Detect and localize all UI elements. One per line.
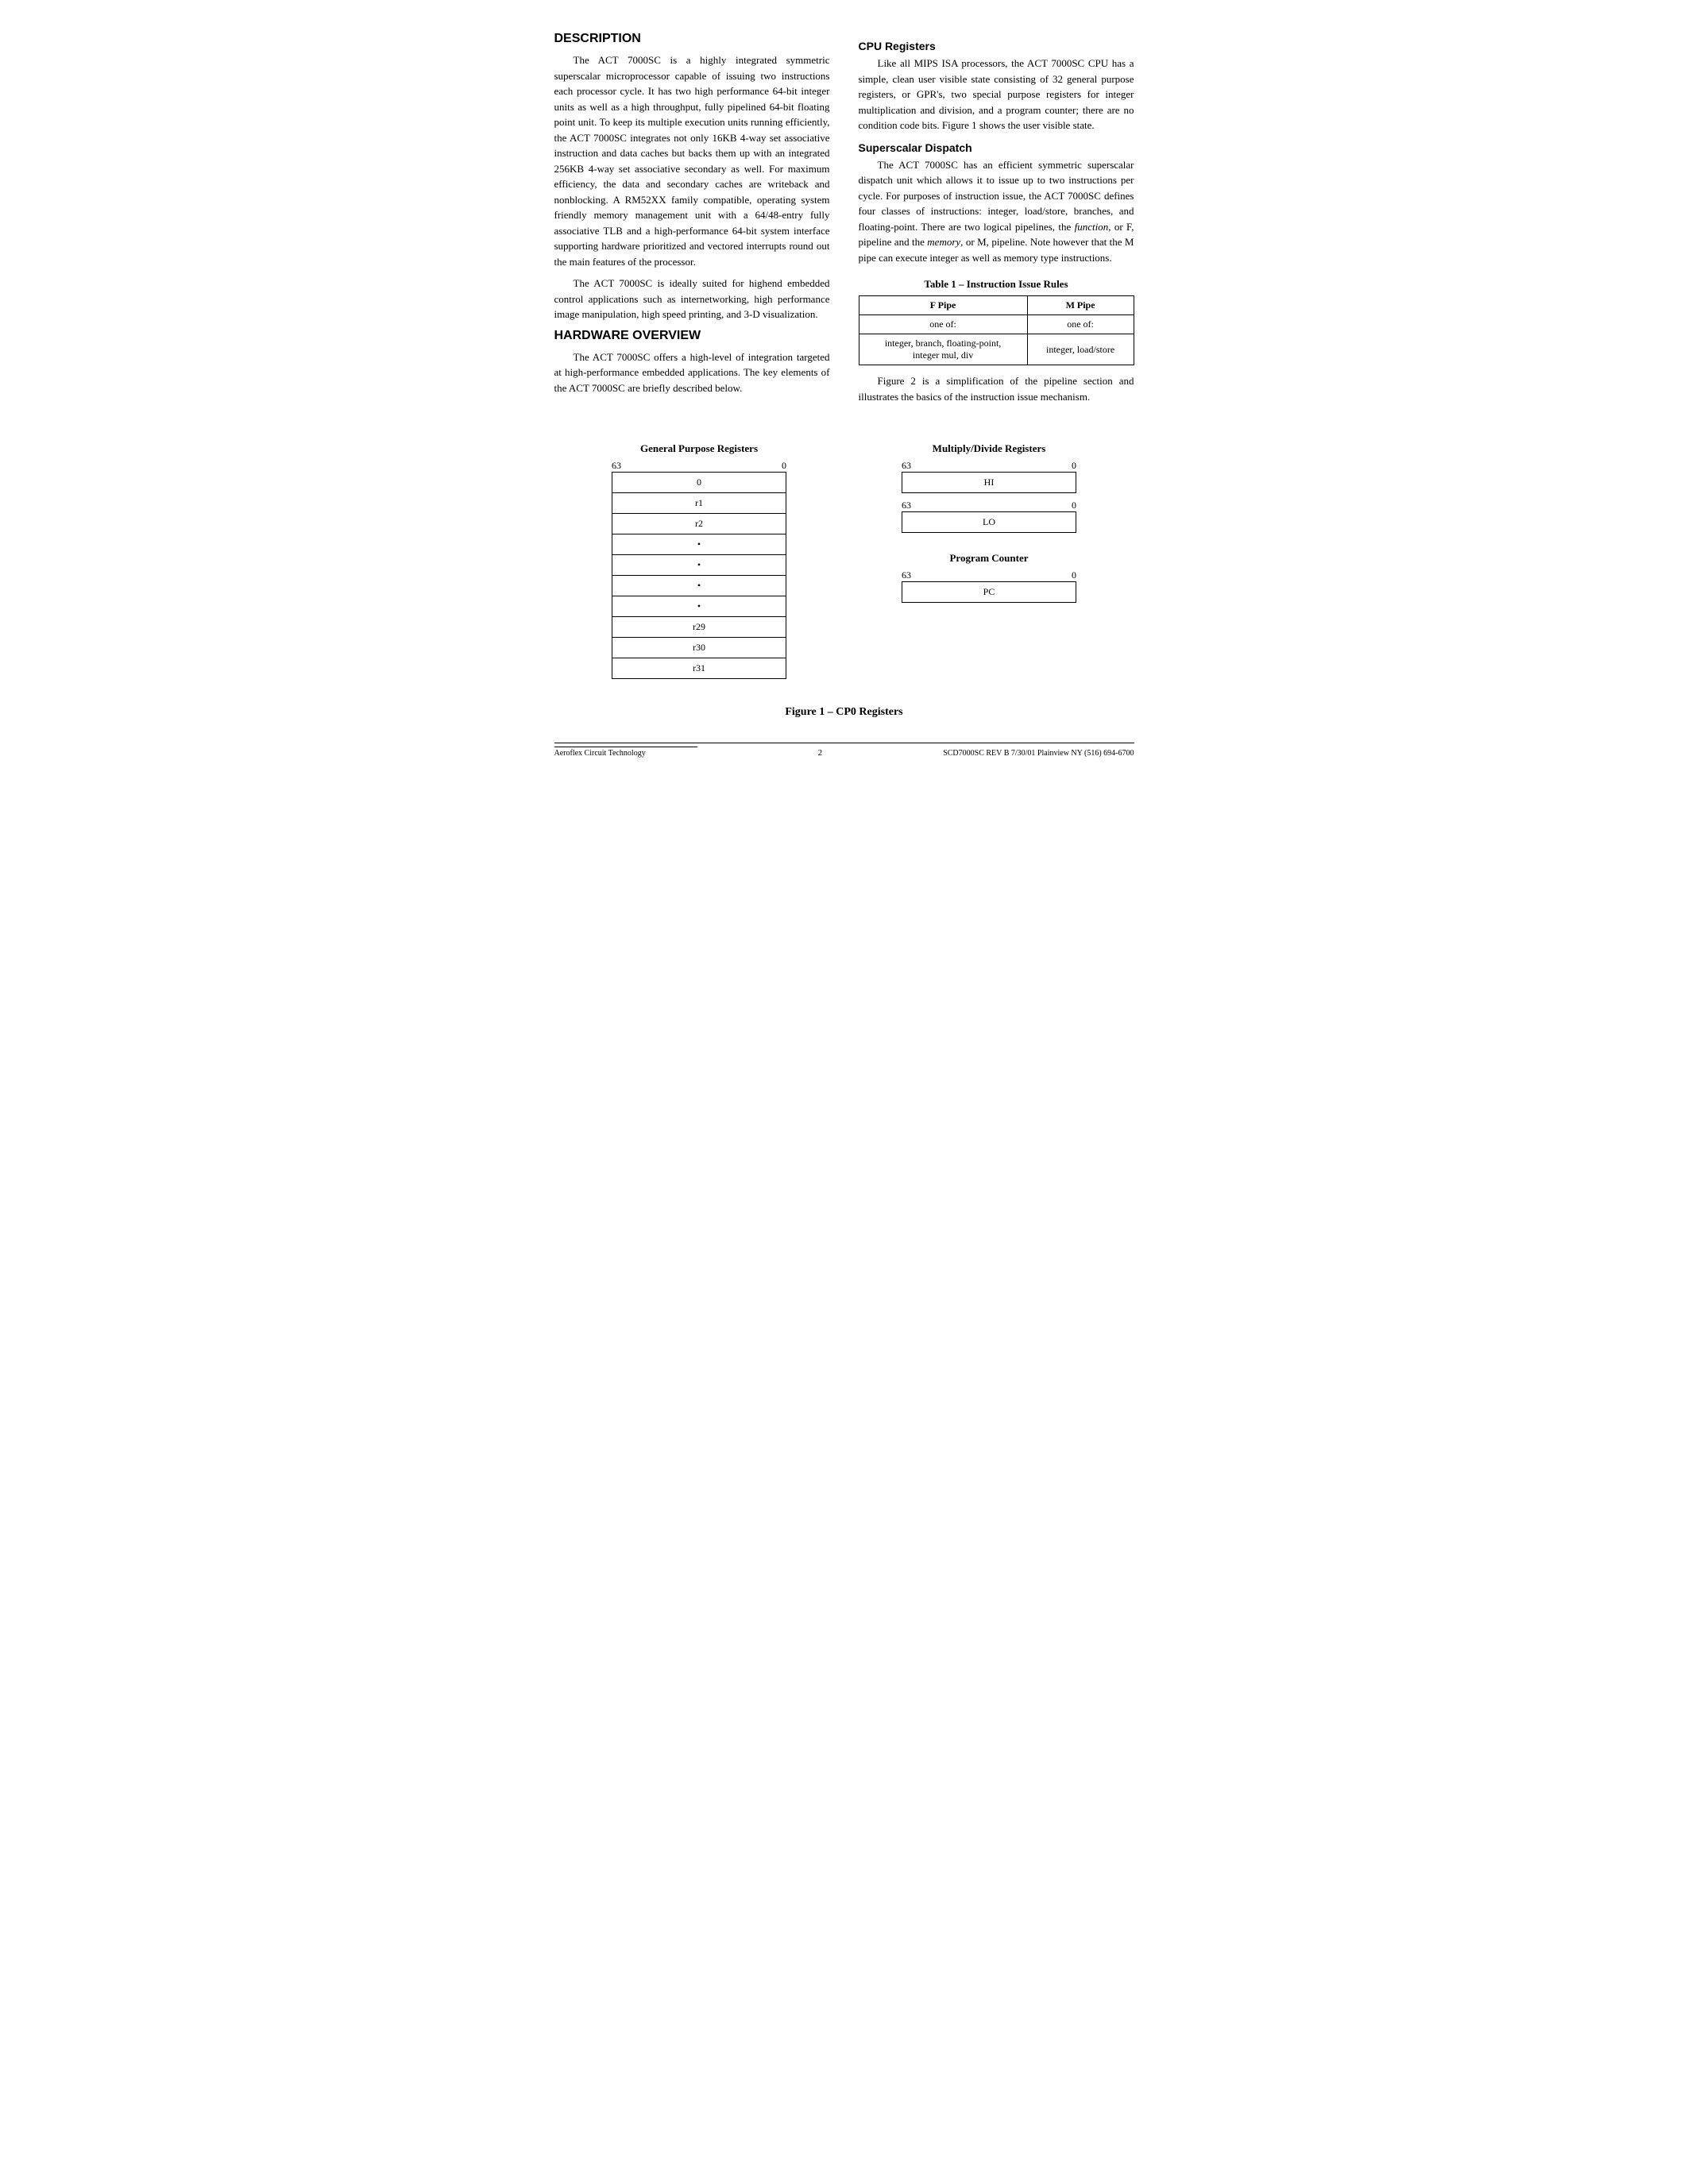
pc-bit-labels: 63 0 <box>902 569 1076 581</box>
table-cell-mpipe-row1: one of: <box>1027 315 1134 334</box>
gpr-row-r2: r2 <box>612 513 786 534</box>
footer-company: Aeroflex Circuit Technology <box>554 747 697 758</box>
pc-title: Program Counter <box>949 552 1028 565</box>
figure-caption: Figure 1 – CP0 Registers <box>554 706 1134 719</box>
multiply-lo-bit-high: 63 <box>902 500 911 511</box>
gpr-row-dot3: • <box>612 575 786 596</box>
right-registers: Multiply/Divide Registers 63 0 HI 63 0 L… <box>902 442 1076 603</box>
footer: Aeroflex Circuit Technology 2 SCD7000SC … <box>554 743 1134 758</box>
multiply-hi-bit-low: 0 <box>1072 460 1076 472</box>
footer-page-number: 2 <box>818 748 823 758</box>
gpr-row-dot4: • <box>612 596 786 616</box>
figure-section: General Purpose Registers 63 0 0 r1 r2 •… <box>554 434 1134 687</box>
table-cell-mpipe-row2: integer, load/store <box>1027 334 1134 365</box>
gpr-row-dot1: • <box>612 534 786 554</box>
gpr-bit-low: 0 <box>782 460 786 472</box>
multiply-lo-bit-low: 0 <box>1072 500 1076 511</box>
gpr-bit-high: 63 <box>612 460 621 472</box>
multiply-hi-bit-high: 63 <box>902 460 911 472</box>
gpr-row-0: 0 <box>612 472 786 492</box>
table-row: one of: one of: <box>859 315 1134 334</box>
pc-register: PC <box>902 581 1076 603</box>
footer-company-name: Aeroflex Circuit Technology <box>554 749 646 758</box>
gpr-row-r29: r29 <box>612 616 786 637</box>
superscalar-dispatch-para: The ACT 7000SC has an efficient symmetri… <box>859 157 1134 266</box>
hardware-overview-title: Hardware Overview <box>554 329 830 343</box>
pc-bit-low: 0 <box>1072 569 1076 581</box>
description-para-2: The ACT 7000SC is ideally suited for hig… <box>554 276 830 322</box>
page: Description The ACT 7000SC is a highly i… <box>554 32 1134 758</box>
lo-register: LO <box>902 511 1076 533</box>
two-column-layout: Description The ACT 7000SC is a highly i… <box>554 32 1134 411</box>
description-title: Description <box>554 32 830 46</box>
pc-group: Program Counter 63 0 PC <box>902 552 1076 603</box>
table-cell-fpipe-row2: integer, branch, floating-point,integer … <box>859 334 1027 365</box>
table-title: Table 1 – Instruction Issue Rules <box>859 278 1134 291</box>
table-header-fpipe: F Pipe <box>859 296 1027 315</box>
gpr-group: General Purpose Registers 63 0 0 r1 r2 •… <box>612 442 786 679</box>
description-para-1: The ACT 7000SC is a highly integrated sy… <box>554 52 830 269</box>
cpu-registers-title: CPU Registers <box>859 40 1134 52</box>
table-header-mpipe: M Pipe <box>1027 296 1134 315</box>
gpr-title: General Purpose Registers <box>640 442 758 455</box>
hi-register: HI <box>902 472 1076 493</box>
footer-doc-info: SCD7000SC REV B 7/30/01 Plainview NY (51… <box>943 749 1134 758</box>
instruction-issue-table: F Pipe M Pipe one of: one of: integer, b… <box>859 295 1134 365</box>
hardware-overview-para: The ACT 7000SC offers a high-level of in… <box>554 349 830 396</box>
figure-note: Figure 2 is a simplification of the pipe… <box>859 373 1134 404</box>
gpr-row-r30: r30 <box>612 637 786 658</box>
multiply-group: Multiply/Divide Registers 63 0 HI 63 0 L… <box>902 442 1076 533</box>
gpr-row-dot2: • <box>612 554 786 575</box>
table-row: integer, branch, floating-point,integer … <box>859 334 1134 365</box>
left-column: Description The ACT 7000SC is a highly i… <box>554 32 830 411</box>
multiply-hi-bit-labels: 63 0 <box>902 460 1076 472</box>
table-cell-fpipe-row1: one of: <box>859 315 1027 334</box>
superscalar-dispatch-title: Superscalar Dispatch <box>859 141 1134 154</box>
pc-bit-high: 63 <box>902 569 911 581</box>
right-column: CPU Registers Like all MIPS ISA processo… <box>859 32 1134 411</box>
gpr-bit-labels: 63 0 <box>612 460 786 472</box>
gpr-row-r31: r31 <box>612 658 786 679</box>
gpr-row-r1: r1 <box>612 492 786 513</box>
cpu-registers-para: Like all MIPS ISA processors, the ACT 70… <box>859 56 1134 133</box>
multiply-lo-bit-labels: 63 0 <box>902 500 1076 511</box>
multiply-title: Multiply/Divide Registers <box>933 442 1046 455</box>
